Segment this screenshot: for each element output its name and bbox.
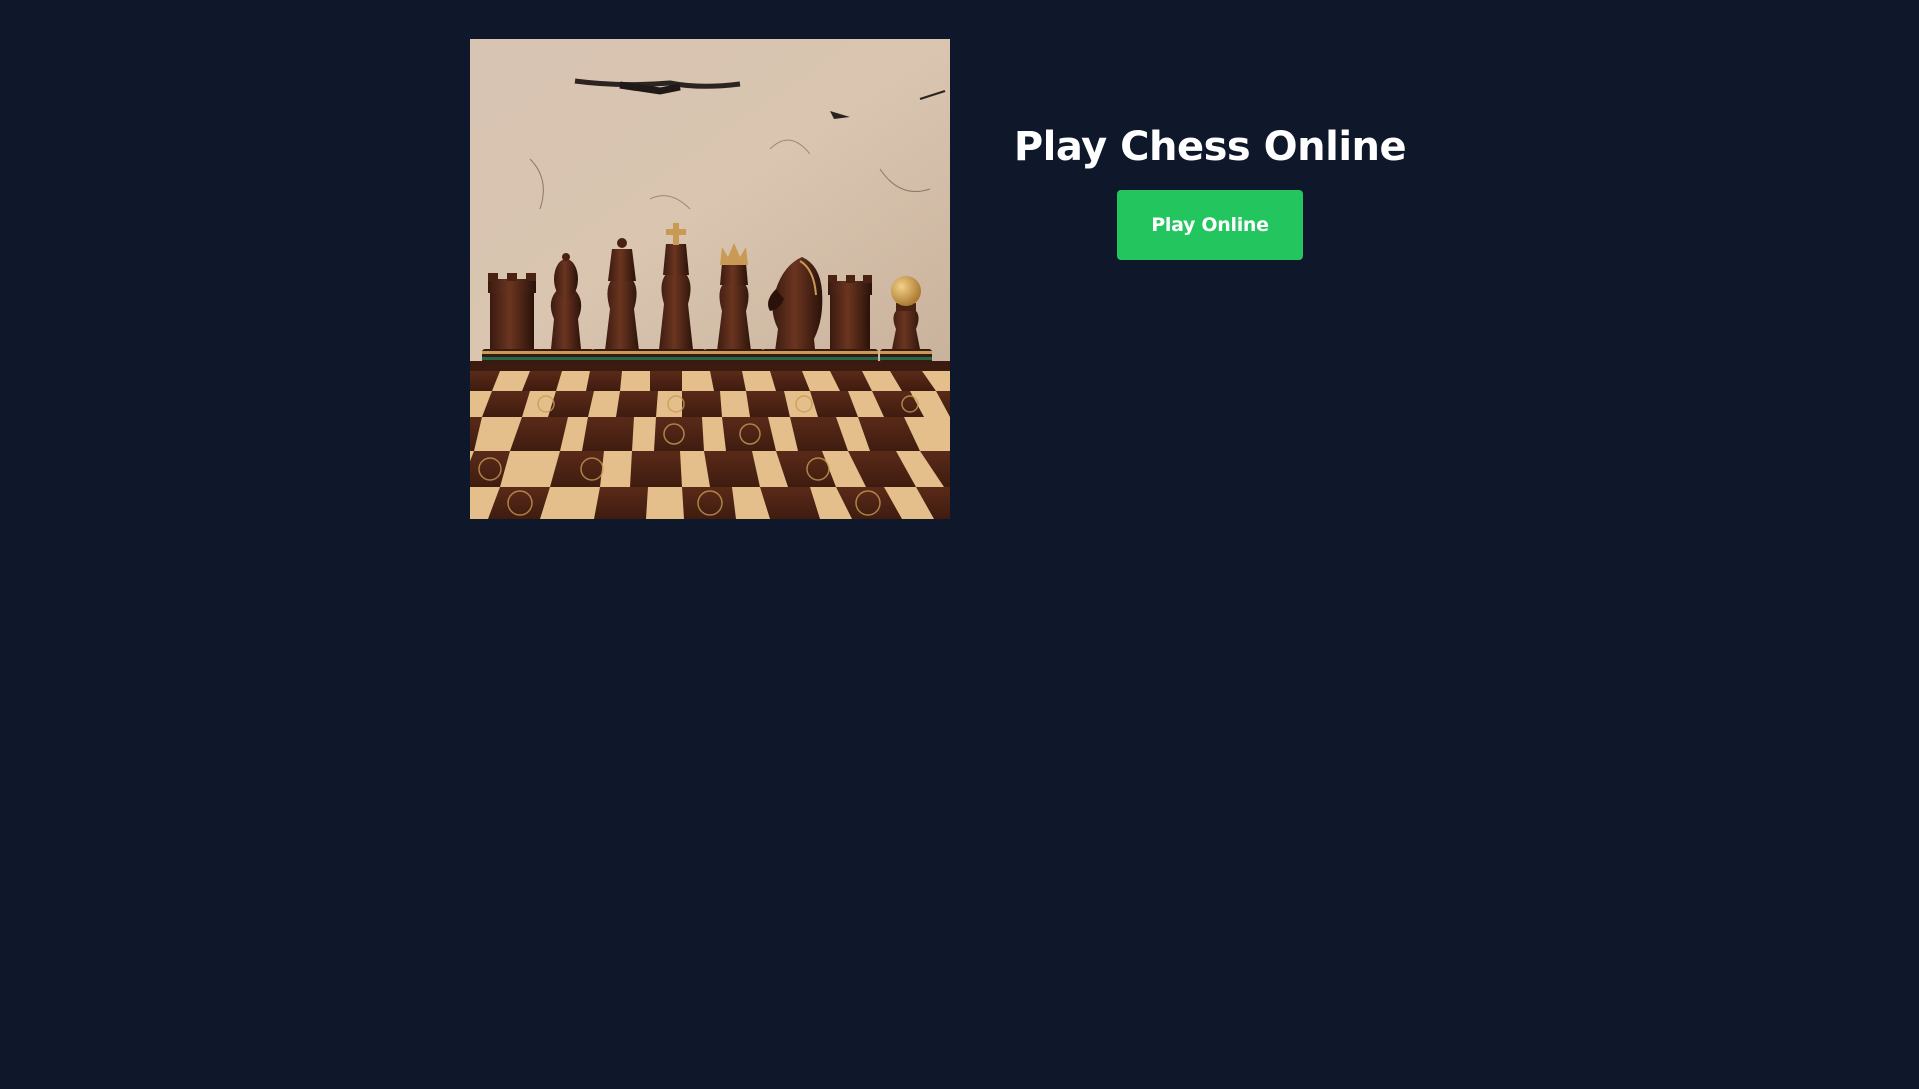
page-title: Play Chess Online [1013, 124, 1407, 170]
hero-section: Play Chess Online Play Online [990, 118, 1430, 260]
landing-page: Play Chess Online Play Online [0, 0, 1919, 1089]
play-online-button[interactable]: Play Online [1117, 190, 1303, 260]
chess-pieces-image [470, 39, 950, 519]
